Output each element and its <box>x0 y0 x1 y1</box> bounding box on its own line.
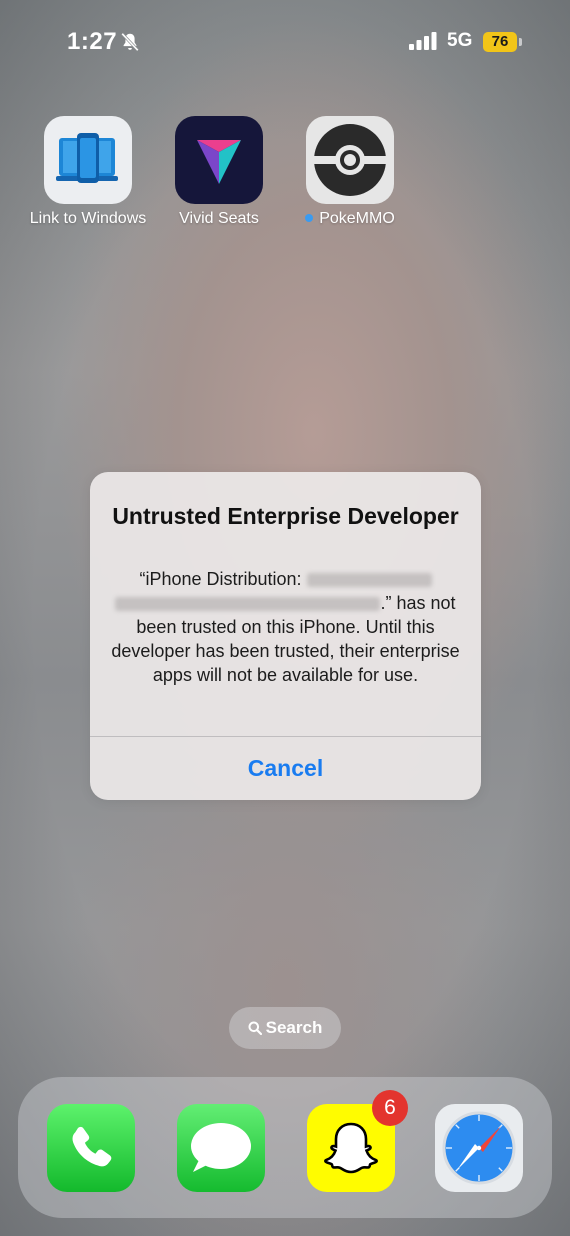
alert-message-prefix: “iPhone Distribution: <box>139 569 307 589</box>
magnifying-glass-icon <box>248 1021 262 1035</box>
dock-app-safari[interactable] <box>435 1104 523 1192</box>
status-time: 1:27 <box>67 28 118 55</box>
bell-slash-icon <box>121 32 139 52</box>
dock-app-phone[interactable] <box>47 1104 135 1192</box>
spotlight-search-button[interactable]: Search <box>229 1007 341 1049</box>
home-screen: 1:27 5G 76 Link to Windows Vivid Seats P… <box>0 0 570 1236</box>
network-type: 5G <box>447 30 473 51</box>
pokemmo-icon <box>306 116 394 204</box>
messages-icon <box>191 1123 251 1172</box>
vivid-seats-icon <box>175 116 263 204</box>
notification-badge: 6 <box>372 1090 408 1126</box>
alert-title: Untrusted Enterprise Developer <box>112 503 459 529</box>
phone-icon <box>72 1126 112 1167</box>
redacted-text: x <box>115 597 381 612</box>
app-label-text: PokeMMO <box>319 210 395 227</box>
dock-app-messages[interactable] <box>177 1104 265 1192</box>
battery-tip <box>519 38 522 46</box>
search-label: Search <box>265 1018 323 1037</box>
redacted-text: x <box>306 573 432 588</box>
app-label: PokeMMO <box>285 210 415 228</box>
app-label: Link to Windows <box>29 210 147 227</box>
battery-level: 76 <box>483 32 517 52</box>
link-to-windows-icon <box>44 116 132 204</box>
cellular-signal-icon <box>409 32 437 50</box>
alert-message: “iPhone Distribution: xx.” has not been … <box>108 567 463 687</box>
app-vivid-seats[interactable]: Vivid Seats <box>154 116 284 228</box>
app-link-to-windows[interactable]: Link to Windows <box>23 116 153 228</box>
new-app-dot <box>305 213 314 222</box>
safari-compass-icon <box>442 1111 516 1185</box>
status-bar: 1:27 5G 76 <box>0 28 570 58</box>
app-label: Vivid Seats <box>179 210 259 227</box>
cancel-button[interactable]: Cancel <box>90 737 481 800</box>
untrusted-developer-alert: Untrusted Enterprise Developer “iPhone D… <box>90 472 481 800</box>
app-pokemmo[interactable]: PokeMMO <box>285 116 415 228</box>
